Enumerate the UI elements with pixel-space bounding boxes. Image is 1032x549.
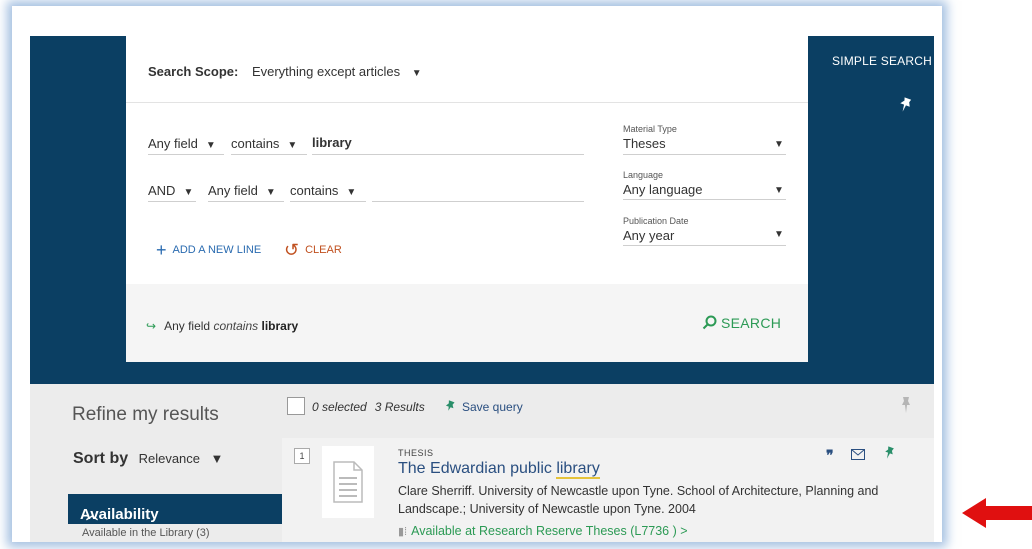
search-scope[interactable]: Search Scope: Everything except articles…: [148, 64, 422, 79]
operator-select-1[interactable]: contains ▼: [231, 136, 297, 151]
boolean-select-2[interactable]: AND ▼: [148, 183, 193, 198]
document-icon: [322, 446, 374, 518]
refine-heading: Refine my results: [72, 404, 219, 425]
language-label: Language: [623, 170, 664, 180]
underline: [312, 154, 584, 155]
save-query-button[interactable]: Save query: [444, 400, 523, 414]
chevron-down-icon: ▼: [774, 229, 784, 240]
reset-icon: ↺: [284, 240, 300, 260]
material-type-select[interactable]: Theses: [623, 136, 666, 151]
chevron-down-icon: ▼: [210, 451, 224, 466]
result-type: THESIS: [398, 448, 434, 458]
results-area: Refine my results Sort by Relevance ▼ Av…: [30, 384, 934, 542]
availability-status[interactable]: ▮⁞ Available at Research Reserve Theses (…: [398, 524, 688, 538]
scope-value[interactable]: Everything except articles: [252, 64, 400, 79]
divider: [126, 102, 808, 103]
search-icon: [702, 315, 717, 330]
availability-option[interactable]: Available in the Library (3): [82, 527, 210, 539]
result-actions: ❞: [826, 446, 895, 464]
underline: [148, 201, 196, 202]
chevron-up-icon: ︿: [86, 508, 99, 522]
result-title[interactable]: The Edwardian public library: [398, 460, 600, 479]
underline: [231, 154, 307, 155]
pin-icon[interactable]: [898, 396, 914, 414]
operator-select-2[interactable]: contains ▼: [290, 183, 356, 198]
underline: [148, 154, 224, 155]
chevron-down-icon: ▼: [265, 187, 276, 198]
search-input-1[interactable]: library: [312, 135, 352, 150]
underline: [623, 245, 786, 246]
pin-icon[interactable]: [883, 446, 895, 463]
chevron-down-icon: ▼: [183, 187, 194, 198]
simple-search-link[interactable]: SIMPLE SEARCH: [832, 54, 932, 68]
material-type-label: Material Type: [623, 124, 677, 134]
field-select-1[interactable]: Any field ▼: [148, 136, 216, 151]
underline: [623, 199, 786, 200]
book-icon: ▮⁞: [398, 526, 408, 538]
advanced-search-panel: Search Scope: Everything except articles…: [126, 36, 808, 362]
field-select-2[interactable]: Any field ▼: [208, 183, 276, 198]
email-icon[interactable]: [851, 447, 869, 463]
clear-button[interactable]: ↺ CLEAR: [284, 240, 342, 261]
search-summary-bar: ↪ Any field contains library SEARCH: [126, 284, 808, 362]
plus-icon: +: [156, 240, 167, 260]
pin-icon[interactable]: [896, 96, 914, 114]
chevron-down-icon: ▼: [346, 187, 357, 198]
result-number: 1: [294, 448, 310, 464]
chevron-down-icon: ▼: [287, 140, 298, 151]
search-button[interactable]: SEARCH: [702, 315, 781, 331]
underline: [208, 201, 284, 202]
chevron-down-icon: ▼: [205, 140, 216, 151]
chevron-down-icon: ▼: [774, 185, 784, 196]
pin-icon: [445, 400, 455, 411]
sort-by[interactable]: Sort by Relevance ▼: [73, 450, 223, 468]
publication-date-select[interactable]: Any year: [623, 228, 674, 243]
result-description: Clare Sherriff. University of Newcastle …: [398, 484, 879, 516]
query-summary: ↪ Any field contains library: [146, 319, 299, 333]
chevron-down-icon: ▼: [411, 68, 422, 79]
publication-date-label: Publication Date: [623, 216, 689, 226]
language-select[interactable]: Any language: [623, 182, 703, 197]
arrow-right-icon: ↪: [146, 319, 157, 333]
underline: [290, 201, 366, 202]
result-card[interactable]: 1 THESIS The Edwardian public library Cl…: [282, 438, 934, 542]
chevron-down-icon: ▼: [774, 139, 784, 150]
red-arrow-annotation: [962, 498, 1032, 528]
sort-select[interactable]: Relevance: [139, 451, 200, 466]
selection-info: 0 selected 3 Results: [312, 400, 425, 414]
underline: [372, 201, 584, 202]
browser-frame: SIMPLE SEARCH Search Scope: Everything e…: [12, 6, 942, 542]
quote-icon[interactable]: ❞: [826, 447, 834, 463]
underline: [623, 154, 786, 155]
select-all-checkbox[interactable]: [287, 397, 305, 415]
add-line-button[interactable]: + ADD A NEW LINE: [156, 240, 261, 261]
scope-label: Search Scope:: [148, 64, 239, 79]
availability-facet[interactable]: Availability ︿: [68, 494, 282, 524]
